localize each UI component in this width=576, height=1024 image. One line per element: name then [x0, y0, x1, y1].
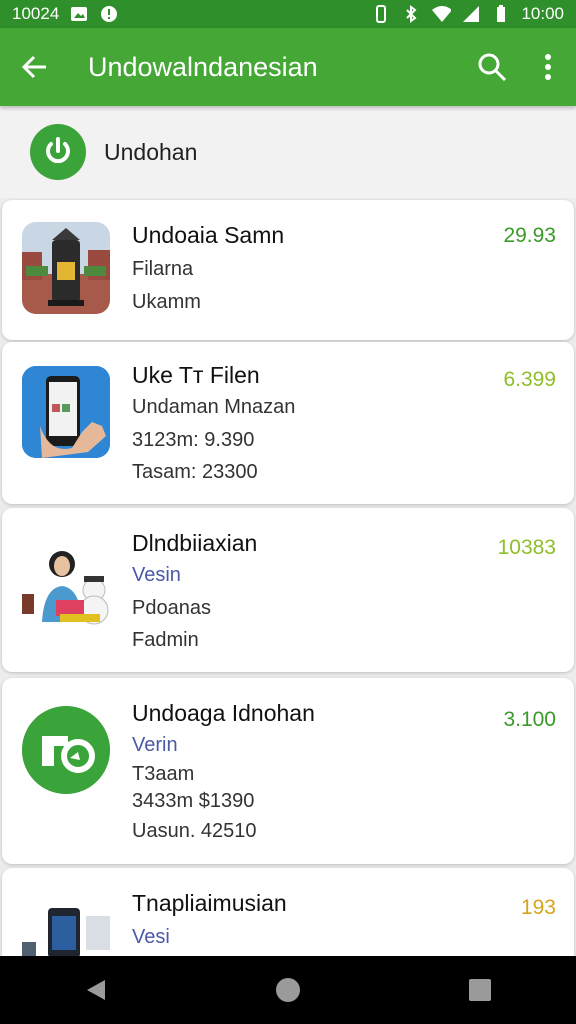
list-item[interactable]: Uke Tт Filen Undaman Mnazan 3123m: 9.390… — [2, 342, 574, 504]
section-title: Undohan — [104, 138, 198, 165]
overflow-menu-button[interactable] — [520, 28, 576, 106]
nav-home-button[interactable] — [248, 956, 328, 1024]
item-detail: Fadmin — [132, 629, 199, 651]
section-header[interactable]: Undohan — [0, 106, 576, 198]
home-circle-icon — [276, 978, 300, 1002]
item-title: Uke Tт Filen — [132, 362, 260, 388]
item-price: 193 — [520, 896, 556, 919]
item-price: 6.399 — [503, 368, 556, 391]
item-subtitle: Vesin — [132, 564, 181, 586]
status-time-left: 10024 — [12, 4, 60, 23]
item-title: Undoaia Samn — [132, 222, 285, 248]
item-title: Tnapliaimusian — [132, 890, 287, 916]
phone-thumbnail — [22, 366, 110, 458]
item-subtitle: Filarna — [132, 258, 194, 280]
alert-notification-icon — [99, 5, 119, 23]
item-detail: T3aam — [132, 763, 195, 785]
status-left: 10024 — [12, 4, 119, 24]
item-detail: Pdoanas — [132, 597, 211, 619]
person-thumbnail — [22, 538, 114, 630]
image-notification-icon — [69, 5, 89, 23]
item-detail: 3433m $1390 — [132, 790, 255, 812]
item-detail: Uasun. 42510 — [132, 820, 257, 842]
signal-icon — [461, 5, 481, 23]
back-arrow-icon — [22, 55, 46, 79]
app-logo-icon — [22, 706, 110, 794]
item-price: 29.93 — [503, 224, 556, 247]
wifi-icon — [431, 5, 452, 23]
status-bar: 10024 10:00 — [0, 0, 576, 28]
nav-recents-button[interactable] — [440, 956, 520, 1024]
page-title: Undowalndanesian — [88, 51, 318, 82]
item-detail: Ukamm — [132, 291, 201, 313]
item-subtitle: Undaman Mnazan — [132, 396, 296, 418]
item-title: Dlndbiiaxian — [132, 530, 258, 556]
status-right: 10:00 — [371, 4, 564, 24]
recents-square-icon — [469, 979, 491, 1001]
tower-thumbnail — [22, 222, 110, 314]
item-detail: Tasam: 23300 — [132, 461, 258, 483]
search-icon — [478, 53, 507, 82]
item-subtitle: Verin — [132, 734, 178, 756]
list-item[interactable]: Undoaia Samn Filarna Ukamm 29.93 — [2, 200, 574, 340]
search-button[interactable] — [464, 28, 520, 106]
item-detail: 3123m: 9.390 — [132, 429, 255, 451]
back-triangle-icon — [87, 980, 105, 1000]
app-toolbar: Undowalndanesian — [0, 28, 576, 106]
status-time: 10:00 — [521, 4, 564, 23]
item-title: Undoaga Idnohan — [132, 700, 315, 726]
item-price: 10383 — [497, 536, 556, 559]
item-subtitle: Vesi — [132, 926, 170, 948]
vibrate-icon — [371, 5, 391, 23]
system-navigation-bar — [0, 956, 576, 1024]
more-vert-icon — [545, 54, 551, 80]
item-price: 3.100 — [503, 708, 556, 731]
list-item[interactable]: Dlndbiiaxian Vesin Pdoanas Fadmin 10383 — [2, 508, 574, 672]
bluetooth-icon — [401, 5, 421, 23]
list-item[interactable]: Undoaga Idnohan Verin T3aam 3433m $1390 … — [2, 678, 574, 864]
power-icon — [30, 124, 86, 180]
nav-back-button[interactable] — [56, 956, 136, 1024]
device-thumbnail — [22, 898, 114, 958]
battery-icon — [491, 5, 511, 23]
back-button[interactable] — [0, 28, 70, 106]
